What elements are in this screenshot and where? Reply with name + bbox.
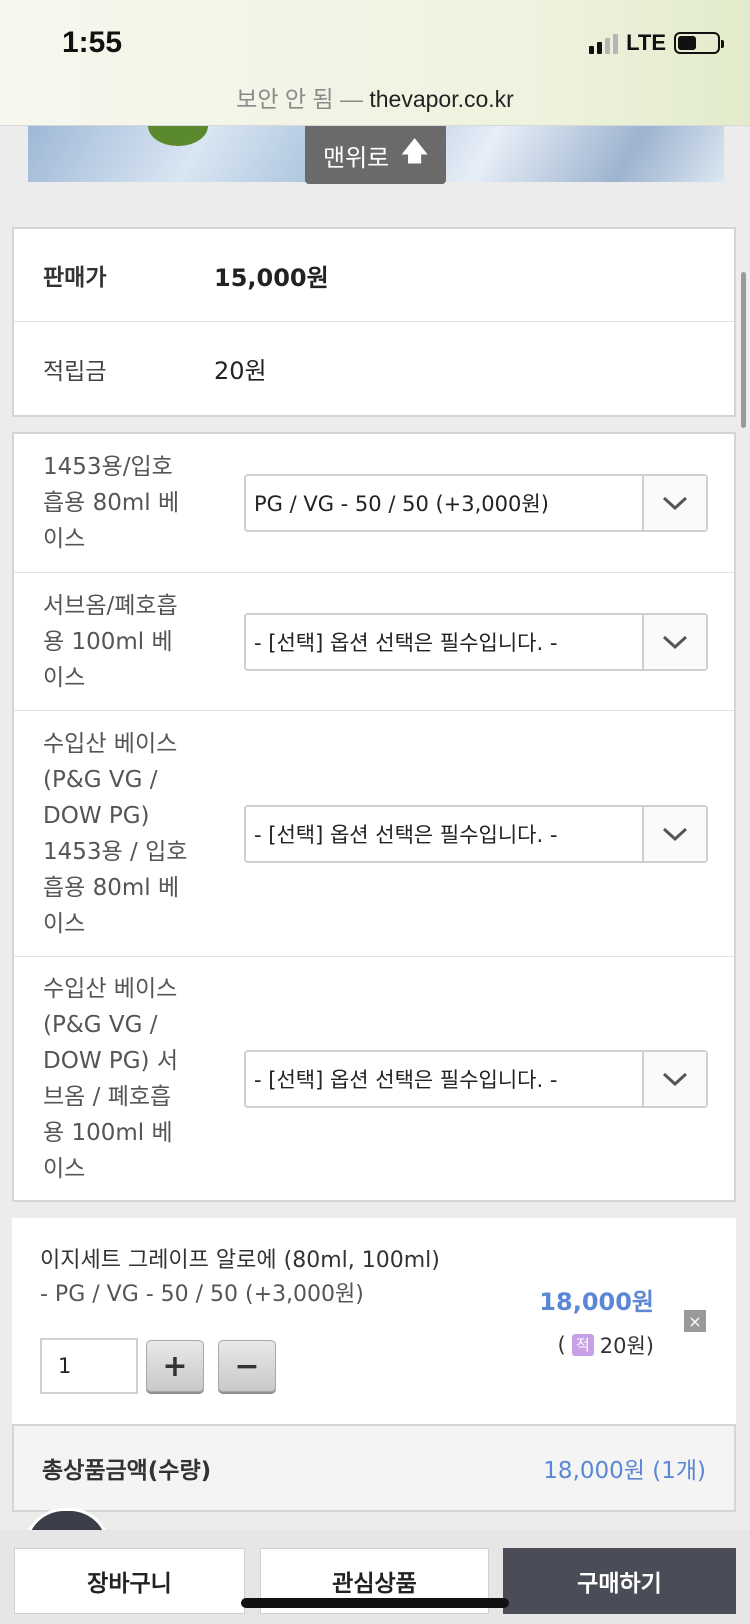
option-row: 수입산 베이스 (P&G VG / DOW PG) 1453용 / 입호 흡용 … — [14, 711, 734, 957]
reward-amount: 20원) — [599, 1334, 654, 1358]
reward-label: 적립금 — [43, 358, 107, 385]
selected-item: 이지세트 그레이프 알로에 (80ml, 100ml) - PG / VG - … — [12, 1218, 736, 1424]
total-summary: 총상품금액(수량) 18,000원 (1개) — [12, 1424, 736, 1512]
option-label-line: (P&G VG / — [43, 766, 158, 793]
option-label-line: 1453용 / 입호 — [43, 838, 188, 865]
option-label: 수입산 베이스 (P&G VG / DOW PG) 서 브옴 / 폐호흡 용 1… — [14, 971, 214, 1187]
scroll-top-label: 맨위로 — [323, 143, 390, 172]
option-select-1453[interactable]: PG / VG - 50 / 50 (+3,000원) — [244, 474, 708, 532]
option-label-line: 이스 — [43, 664, 86, 691]
total-label: 총상품금액(수량) — [42, 1458, 212, 1484]
reward-paren: ( — [557, 1333, 566, 1357]
reward-row: 적립금 20원 — [14, 322, 734, 415]
insecure-label: 보안 안 됨 — — [236, 86, 363, 112]
scrollbar[interactable] — [741, 272, 746, 428]
item-price: 18,000원 — [539, 1288, 654, 1316]
chevron-down-icon[interactable] — [642, 806, 706, 861]
option-label: 서브옴/폐호흡 용 100ml 베 이스 — [14, 588, 214, 696]
chevron-down-icon[interactable] — [642, 476, 706, 530]
option-label-line: 서브옴/폐호흡 — [43, 592, 178, 619]
network-label: LTE — [626, 30, 666, 55]
option-label-line: 이스 — [43, 526, 86, 552]
sale-price-value: 15,000원 — [214, 263, 329, 292]
option-label-line: 1453용/입호 — [43, 454, 173, 480]
price-info-table: 판매가 15,000원 적립금 20원 — [12, 227, 736, 417]
battery-icon — [674, 32, 724, 54]
buy-button[interactable]: 구매하기 — [503, 1548, 736, 1614]
option-label-line: 용 100ml 베 — [43, 1119, 173, 1146]
option-label-line: 흡용 80ml 베 — [43, 490, 180, 516]
option-label-line: 이스 — [43, 1155, 86, 1182]
option-label: 1453용/입호 흡용 80ml 베 이스 — [14, 449, 214, 557]
status-time: 1:55 — [62, 26, 123, 59]
item-option: - PG / VG - 50 / 50 (+3,000원) — [40, 1282, 364, 1307]
sale-price-row: 판매가 15,000원 — [14, 229, 734, 322]
option-label-line: 수입산 베이스 — [43, 975, 178, 1002]
option-label-line: 수입산 베이스 — [43, 730, 178, 757]
chevron-down-icon[interactable] — [642, 1051, 706, 1106]
option-select-imported-1453[interactable]: - [선택] 옵션 선택은 필수입니다. - — [244, 804, 708, 863]
option-select-value: - [선택] 옵션 선택은 필수입니다. - — [254, 1067, 558, 1092]
option-table: 1453용/입호 흡용 80ml 베 이스 PG / VG - 50 / 50 … — [12, 432, 736, 1202]
action-bar: 장바구니 관심상품 구매하기 — [0, 1530, 750, 1624]
option-row: 1453용/입호 흡용 80ml 베 이스 PG / VG - 50 / 50 … — [14, 434, 734, 573]
option-label-line: 흡용 80ml 베 — [43, 874, 180, 901]
remove-item-icon[interactable]: × — [684, 1310, 706, 1332]
url-bar[interactable]: 보안 안 됨 — thevapor.co.kr — [0, 80, 750, 114]
option-row: 서브옴/폐호흡 용 100ml 베 이스 - [선택] 옵션 선택은 필수입니다… — [14, 573, 734, 711]
arrow-up-icon: 🡅 — [401, 137, 428, 167]
total-value: 18,000원 (1개) — [543, 1458, 706, 1484]
option-label-line: 브옴 / 폐호흡 — [43, 1083, 172, 1110]
sale-price-label: 판매가 — [43, 265, 107, 291]
option-label-line: DOW PG) — [43, 802, 150, 829]
option-select-imported-subohm[interactable]: - [선택] 옵션 선택은 필수입니다. - — [244, 1049, 708, 1108]
option-select-subohm[interactable]: - [선택] 옵션 선택은 필수입니다. - — [244, 612, 708, 671]
browser-top-bar: 1:55 LTE 보안 안 됨 — thevapor.co.kr — [0, 0, 750, 126]
option-select-value: PG / VG - 50 / 50 (+3,000원) — [254, 492, 549, 516]
item-name: 이지세트 그레이프 알로에 (80ml, 100ml) — [40, 1248, 440, 1273]
signal-icon — [589, 32, 619, 54]
chevron-down-icon[interactable] — [642, 614, 706, 669]
reward-value: 20원 — [214, 357, 267, 385]
option-label-line: (P&G VG / — [43, 1011, 158, 1038]
option-select-value: - [선택] 옵션 선택은 필수입니다. - — [254, 822, 558, 847]
option-label-line: 이스 — [43, 910, 86, 937]
option-label-line: DOW PG) 서 — [43, 1047, 179, 1074]
option-select-value: - [선택] 옵션 선택은 필수입니다. - — [254, 630, 558, 655]
option-label: 수입산 베이스 (P&G VG / DOW PG) 1453용 / 입호 흡용 … — [14, 726, 214, 942]
option-label-line: 용 100ml 베 — [43, 628, 173, 655]
status-icons: LTE — [589, 30, 724, 56]
url-domain: thevapor.co.kr — [369, 86, 514, 112]
cart-button[interactable]: 장바구니 — [14, 1548, 245, 1614]
home-indicator[interactable] — [241, 1598, 509, 1608]
quantity-plus-button[interactable]: + — [146, 1340, 204, 1392]
item-reward: ( 적 20원) — [558, 1330, 654, 1360]
reward-badge-icon: 적 — [571, 1334, 594, 1356]
quantity-input[interactable]: 1 — [40, 1338, 138, 1394]
scroll-top-button[interactable]: 맨위로 🡅 — [305, 126, 446, 184]
option-row: 수입산 베이스 (P&G VG / DOW PG) 서 브옴 / 폐호흡 용 1… — [14, 957, 734, 1200]
quantity-minus-button[interactable]: − — [218, 1340, 276, 1392]
